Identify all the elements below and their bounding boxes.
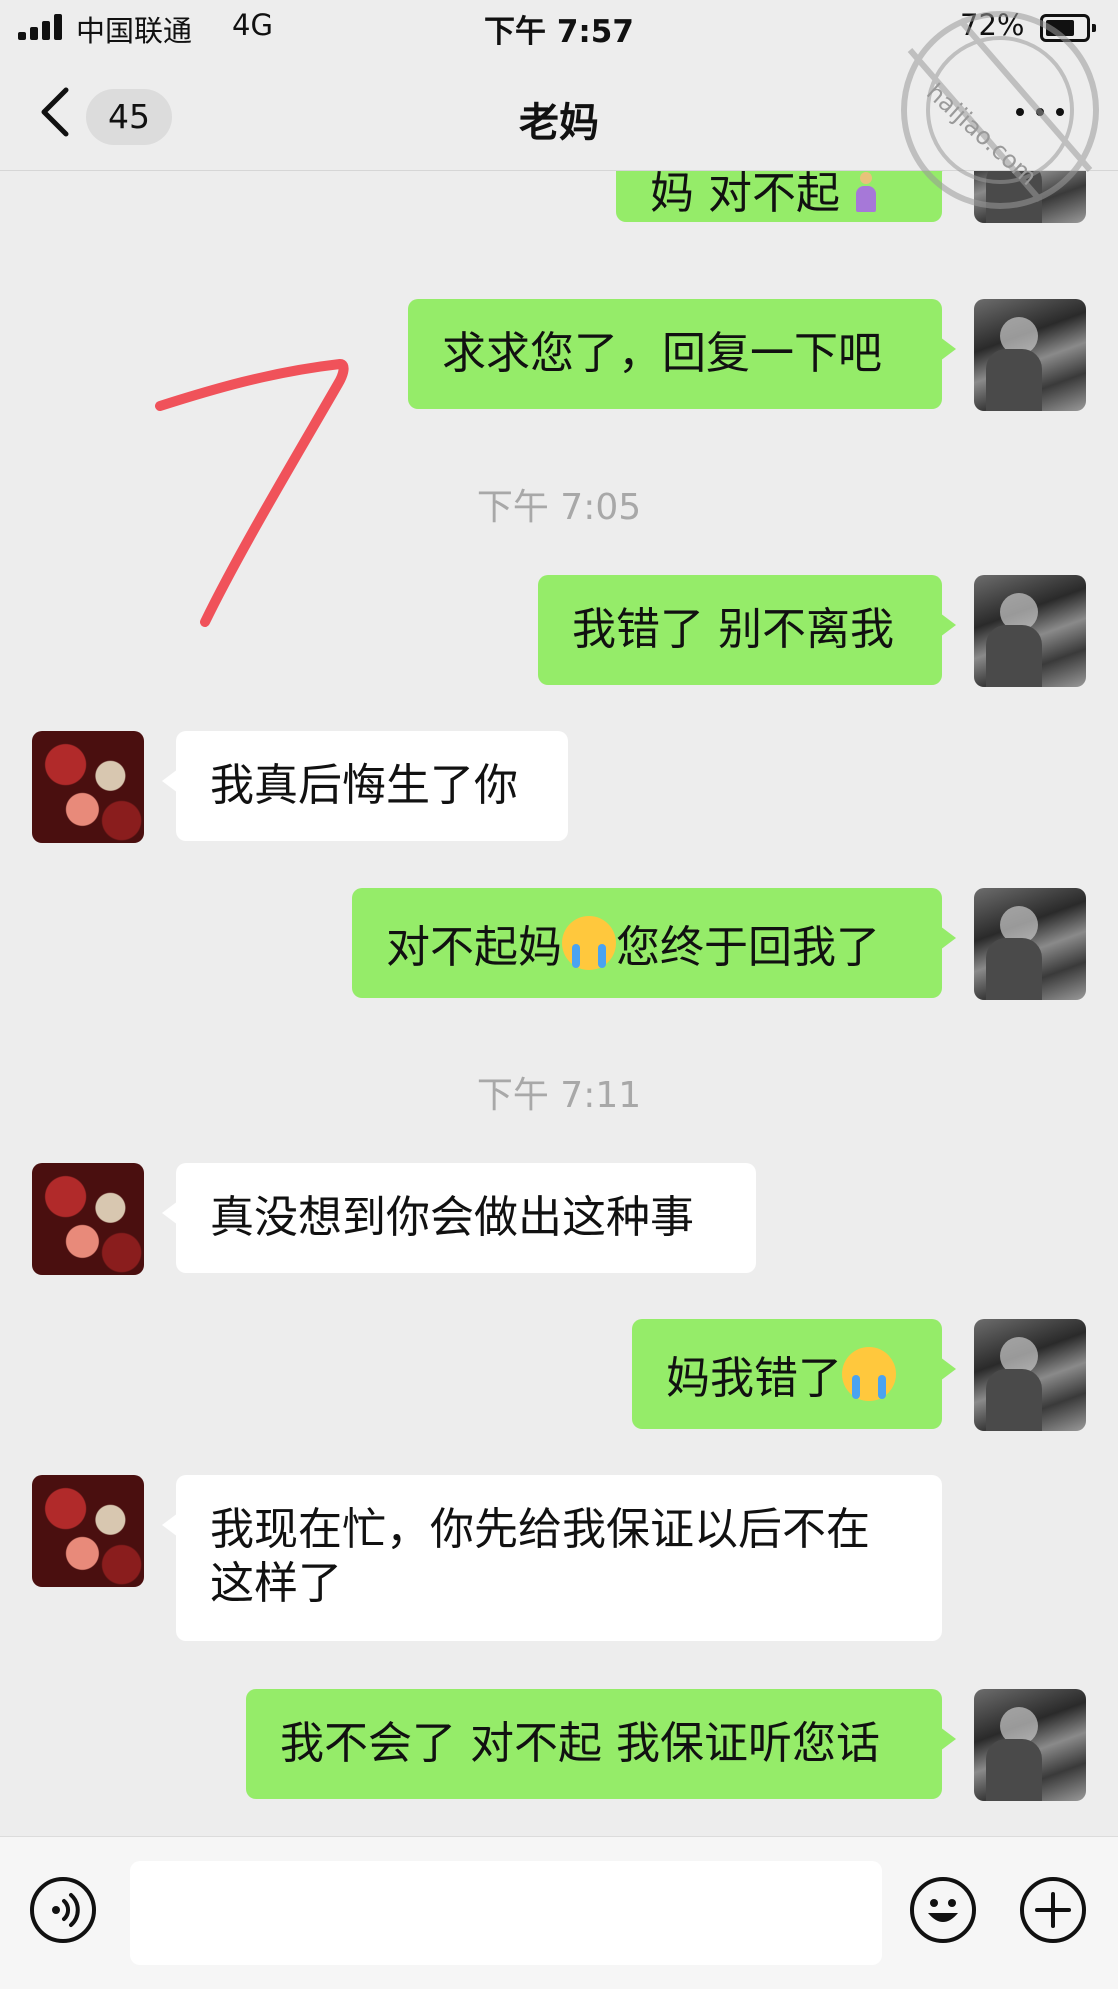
plus-more-icon[interactable] [1020,1877,1086,1943]
message-text: 对不起妈 [386,922,562,973]
message-text: 求求您了，回复一下吧 [442,328,882,379]
status-time: 下午 7:57 [484,14,634,50]
message-text: 真没想到你会做出这种事 [210,1192,694,1243]
message-text: 您终于回我了 [616,922,880,973]
mom-message-bubble[interactable]: 我真后悔生了你 [162,731,568,841]
my-avatar[interactable] [974,1689,1086,1801]
my-avatar[interactable] [974,1319,1086,1431]
message-text: 我真后悔生了你 [210,760,518,811]
message-timestamp: 下午 7:11 [476,1075,642,1116]
message-input-bar [0,1836,1118,1989]
mom-avatar[interactable] [32,731,144,843]
my-message-bubble[interactable]: 妈 对不起 [616,171,956,222]
my-message-bubble[interactable]: 对不起妈 您终于回我了 [352,888,956,998]
emoji-picker-icon[interactable] [910,1877,976,1943]
battery-percentage: 72% [960,8,1025,42]
message-text: 妈 对不起 [650,171,840,219]
chat-header: 45 老妈 [0,56,1118,171]
mom-avatar[interactable] [32,1163,144,1275]
mom-message-bubble[interactable]: 我现在忙，你先给我保证以后不在 这样了 [162,1475,942,1641]
my-avatar[interactable] [974,888,1086,1000]
more-options-icon[interactable] [1010,102,1070,122]
my-message-bubble[interactable]: 妈我错了 [632,1319,956,1429]
battery-icon [1040,14,1096,42]
message-text-line: 这样了 [210,1558,342,1609]
message-text: 妈我错了 [666,1353,842,1404]
my-message-bubble[interactable]: 我不会了 对不起 我保证听您话 [246,1689,956,1799]
chat-message-list[interactable]: 妈 对不起 求求您了，回复一下吧 下午 7:05 我错了 别不离我 我真后悔生了… [0,171,1118,1836]
message-text: 我不会了 对不起 我保证听您话 [280,1718,880,1769]
mom-message-bubble[interactable]: 真没想到你会做出这种事 [162,1163,756,1273]
my-avatar[interactable] [974,575,1086,687]
message-timestamp: 下午 7:05 [476,487,642,528]
my-message-bubble[interactable]: 求求您了，回复一下吧 [408,299,956,409]
my-avatar[interactable] [974,299,1086,411]
my-message-bubble[interactable]: 我错了 别不离我 [538,575,956,685]
message-text-input[interactable] [130,1861,882,1965]
page-title: 老妈 [519,100,599,146]
message-text-line: 我现在忙，你先给我保证以后不在 [210,1504,870,1555]
kneeling-woman-emoji-icon [854,171,878,214]
voice-input-icon[interactable] [30,1877,96,1943]
crying-face-emoji-icon [562,916,616,970]
mom-avatar[interactable] [32,1475,144,1587]
message-text: 我错了 别不离我 [572,604,894,655]
status-bar: 中国联通 4G 下午 7:57 72% [0,0,1118,56]
my-avatar[interactable] [974,171,1086,223]
crying-face-emoji-icon [842,1347,896,1401]
